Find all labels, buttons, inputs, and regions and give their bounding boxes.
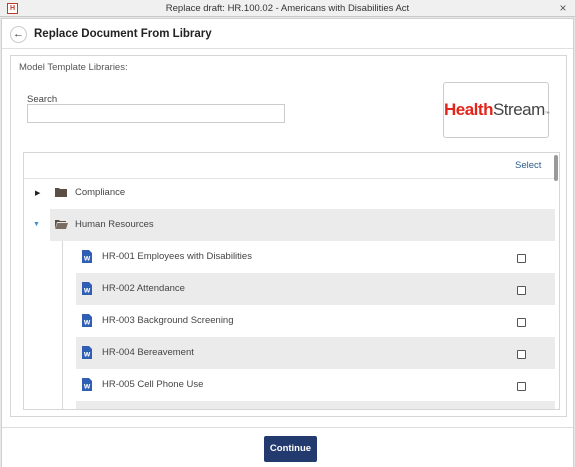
healthstream-logo: HealthStream™ bbox=[444, 100, 550, 119]
svg-text:W: W bbox=[84, 256, 91, 263]
dialog-title: Replace Document From Library bbox=[34, 28, 212, 40]
folder-open-icon bbox=[55, 220, 68, 229]
close-icon[interactable]: × bbox=[557, 2, 569, 14]
word-document-icon: W bbox=[82, 314, 92, 327]
select-checkbox[interactable] bbox=[517, 382, 526, 391]
svg-text:W: W bbox=[84, 384, 91, 391]
select-checkbox[interactable] bbox=[517, 286, 526, 295]
svg-text:W: W bbox=[84, 288, 91, 295]
select-checkbox[interactable] bbox=[517, 350, 526, 359]
select-checkbox[interactable] bbox=[517, 318, 526, 327]
dialog-header: ← Replace Document From Library bbox=[2, 19, 573, 49]
tree-folder-compliance[interactable]: ▶ Compliance bbox=[24, 177, 555, 209]
section-label: Model Template Libraries: bbox=[19, 62, 128, 73]
tree-document-row-partial bbox=[76, 401, 555, 409]
tree-document-row[interactable]: W HR-002 Attendance bbox=[76, 273, 555, 305]
caret-right-icon[interactable]: ▶ bbox=[35, 189, 40, 197]
tree-document-row[interactable]: W HR-001 Employees with Disabilities bbox=[76, 241, 555, 273]
replace-document-dialog: ← Replace Document From Library Model Te… bbox=[1, 18, 574, 467]
dialog-footer: Continue bbox=[2, 427, 573, 467]
tree-document-row[interactable]: W HR-005 Cell Phone Use bbox=[76, 369, 555, 401]
library-tree: Select ▶ Compliance Human Resources ▼ W … bbox=[23, 152, 560, 410]
back-button[interactable]: ← bbox=[10, 26, 27, 43]
document-label: HR-005 Cell Phone Use bbox=[102, 379, 204, 390]
tree-guide-line bbox=[62, 241, 63, 409]
document-label: HR-004 Bereavement bbox=[102, 347, 194, 358]
document-label: HR-001 Employees with Disabilities bbox=[102, 251, 252, 262]
continue-button[interactable]: Continue bbox=[264, 436, 317, 462]
select-column-header[interactable]: Select bbox=[515, 160, 541, 171]
svg-text:W: W bbox=[84, 320, 91, 327]
tree-folder-human-resources[interactable]: Human Resources bbox=[50, 209, 555, 241]
window-title: Replace draft: HR.100.02 - Americans wit… bbox=[165, 3, 410, 14]
word-document-icon: W bbox=[82, 282, 92, 295]
document-label: HR-002 Attendance bbox=[102, 283, 185, 294]
tree-document-row[interactable]: W HR-004 Bereavement bbox=[76, 337, 555, 369]
libraries-panel: Model Template Libraries: Search HealthS… bbox=[10, 55, 567, 417]
window-titlebar: H Replace draft: HR.100.02 - Americans w… bbox=[0, 0, 575, 17]
word-document-icon: W bbox=[82, 250, 92, 263]
folder-label: Compliance bbox=[75, 187, 126, 198]
word-document-icon: W bbox=[82, 378, 92, 391]
svg-text:W: W bbox=[84, 352, 91, 359]
healthstream-library-logo[interactable]: HealthStream™ bbox=[443, 82, 550, 138]
search-input[interactable] bbox=[27, 104, 285, 123]
document-label: HR-003 Background Screening bbox=[102, 315, 234, 326]
folder-icon bbox=[55, 188, 67, 197]
arrow-left-icon: ← bbox=[13, 28, 24, 40]
caret-down-icon[interactable]: ▼ bbox=[33, 221, 40, 228]
tree-document-row[interactable]: W HR-003 Background Screening bbox=[76, 305, 555, 337]
folder-label: Human Resources bbox=[75, 219, 154, 230]
word-document-icon: W bbox=[82, 346, 92, 359]
select-checkbox[interactable] bbox=[517, 254, 526, 263]
